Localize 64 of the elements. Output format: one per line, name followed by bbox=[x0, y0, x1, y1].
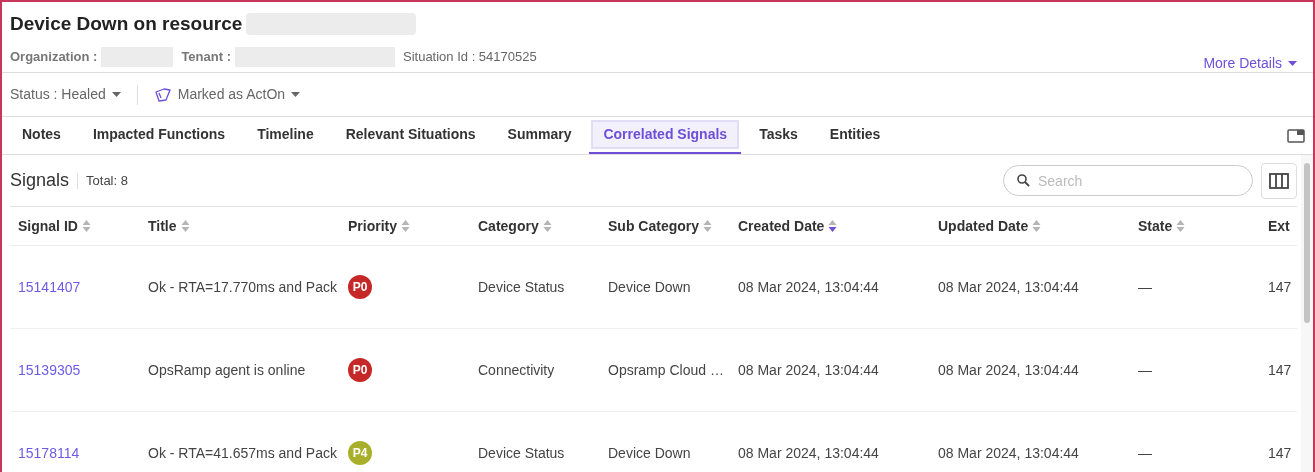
table-cell-text: Device Down bbox=[608, 443, 691, 463]
page-title: Device Down on resource bbox=[10, 12, 243, 36]
tab[interactable]: Relevant Situations bbox=[335, 122, 486, 147]
more-details-link[interactable]: More Details bbox=[1203, 52, 1297, 74]
table-cell-text: 08 Mar 2024, 13:04:44 bbox=[738, 443, 879, 463]
caret-icon bbox=[291, 92, 301, 97]
table-cell-text: — bbox=[1138, 277, 1152, 297]
table-cell-text: Connectivity bbox=[478, 360, 555, 380]
table-cell-text: 08 Mar 2024, 13:04:44 bbox=[938, 360, 1079, 380]
organization-label: Organization : bbox=[10, 48, 98, 67]
caret-icon bbox=[111, 92, 121, 97]
priority-badge: P4 bbox=[348, 441, 372, 465]
signal-link[interactable]: 15139305 bbox=[18, 359, 81, 381]
table-cell-text: 08 Mar 2024, 13:04:44 bbox=[938, 443, 1079, 463]
table-cell-text: — bbox=[1138, 360, 1152, 380]
table-cell-text: Ok - RTA=17.770ms and Pack bbox=[148, 277, 337, 297]
table-cell-text: 147 bbox=[1268, 360, 1292, 380]
table-cell-text: 147 bbox=[1268, 277, 1292, 297]
columns-icon bbox=[1269, 172, 1289, 189]
priority-badge: P0 bbox=[348, 358, 372, 382]
table-cell-text: Device Status bbox=[478, 443, 565, 463]
tab[interactable]: Timeline bbox=[247, 122, 324, 147]
table-cell-text: OpsRamp agent is online bbox=[148, 360, 306, 380]
priority-badge: P0 bbox=[348, 275, 372, 299]
table-cell-text: Device Down bbox=[608, 277, 691, 297]
table-cell-text: Ok - RTA=41.657ms and Pack bbox=[148, 443, 337, 463]
column-header: Signal ID bbox=[18, 216, 78, 236]
column-header: Ext bbox=[1268, 216, 1290, 236]
column-header: Category bbox=[478, 216, 539, 236]
scrollbar[interactable] bbox=[1301, 155, 1313, 472]
tab[interactable]: Summary bbox=[497, 122, 582, 147]
signal-link[interactable]: 15141407 bbox=[18, 276, 81, 298]
column-header: Sub Category bbox=[608, 216, 699, 236]
tab[interactable]: Entities bbox=[819, 122, 891, 147]
caret-icon bbox=[1288, 60, 1297, 66]
columns-button[interactable] bbox=[1261, 162, 1297, 199]
table-cell-text: — bbox=[1138, 443, 1152, 463]
table-cell-text: 08 Mar 2024, 13:04:44 bbox=[738, 360, 879, 380]
situation-id: Situation Id : 54170525 bbox=[403, 48, 537, 67]
total-count: Total: 8 bbox=[86, 171, 128, 190]
column-header: Created Date bbox=[738, 216, 825, 236]
tab[interactable]: Impacted Functions bbox=[82, 122, 236, 147]
window-icon[interactable] bbox=[1287, 128, 1305, 143]
sort-icon[interactable] bbox=[828, 219, 838, 233]
column-header: State bbox=[1138, 216, 1173, 236]
table-cell-text: 08 Mar 2024, 13:04:44 bbox=[738, 277, 879, 297]
column-header: Priority bbox=[348, 216, 397, 236]
table-cell-text: 08 Mar 2024, 13:04:44 bbox=[938, 277, 1079, 297]
tab[interactable]: Notes bbox=[12, 122, 71, 147]
search-icon bbox=[1017, 174, 1030, 187]
tag-icon bbox=[153, 86, 172, 103]
tab[interactable]: Correlated Signals bbox=[593, 122, 738, 147]
table-cell-text: 147 bbox=[1268, 443, 1292, 463]
table-cell-text: Device Status bbox=[478, 277, 565, 297]
tab[interactable]: Tasks bbox=[749, 122, 808, 147]
signal-link[interactable]: 15178114 bbox=[18, 442, 80, 464]
search-field[interactable]: Search bbox=[1003, 165, 1253, 196]
table-cell-text: Opsramp Cloud … bbox=[608, 360, 724, 380]
section-title: Signals bbox=[10, 169, 70, 192]
marked-dropdown[interactable]: Marked as ActOn bbox=[177, 84, 301, 105]
tenant-label: Tenant : bbox=[181, 48, 231, 67]
status-dropdown[interactable]: Status : Healed bbox=[10, 84, 121, 105]
column-header: Updated Date bbox=[938, 216, 1029, 236]
column-header: Title bbox=[148, 216, 177, 236]
